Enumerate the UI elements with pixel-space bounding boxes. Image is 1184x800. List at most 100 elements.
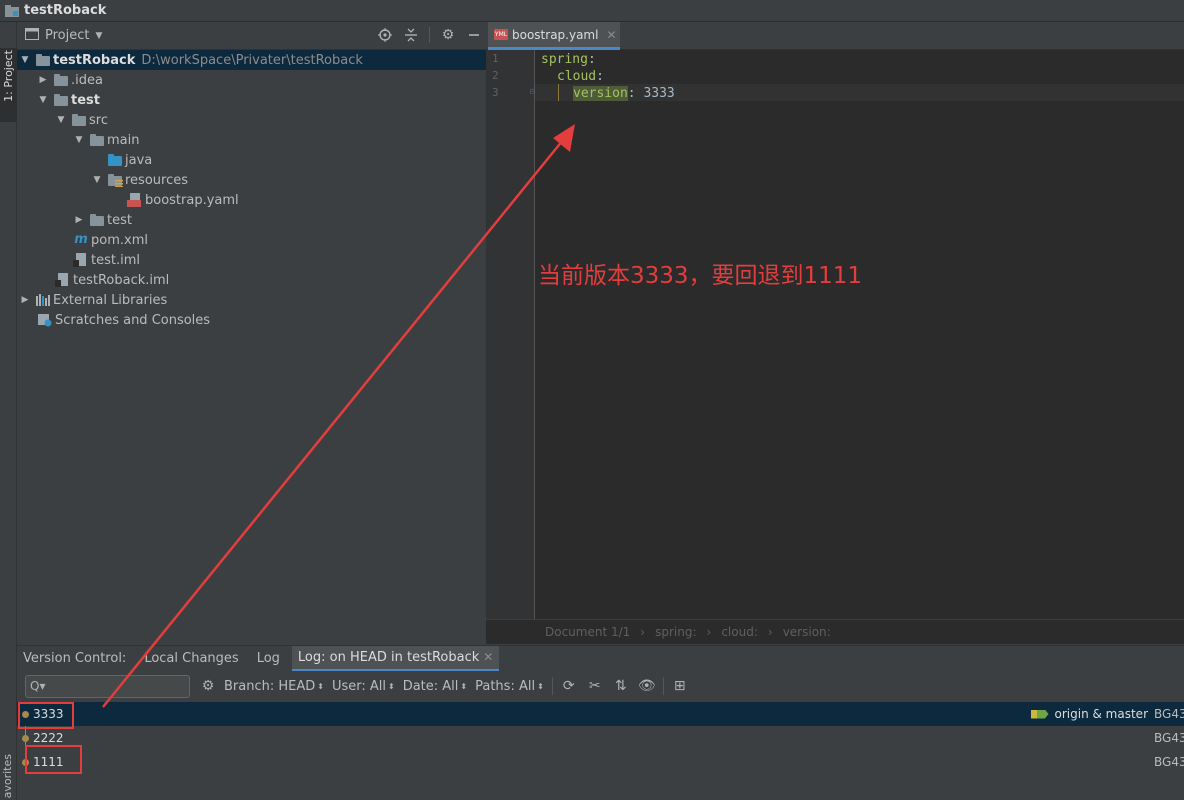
- tab-log-head[interactable]: Log: on HEAD in testRoback ✕: [291, 645, 500, 672]
- chevron-right-icon: ›: [767, 625, 773, 639]
- toolbar-separator: [662, 677, 664, 695]
- iml-file-icon: [73, 253, 89, 267]
- tree-item-test-folder[interactable]: ▶ test: [17, 210, 486, 230]
- code-line: version: 3333: [573, 86, 675, 101]
- close-icon[interactable]: ✕: [606, 28, 616, 42]
- title-bar: testRoback: [0, 0, 1184, 22]
- tab-log[interactable]: Log: [257, 651, 280, 666]
- version-control-title: Version Control:: [23, 651, 127, 666]
- editor-breadcrumb: Document 1/1 › spring: › cloud: › versio…: [486, 619, 1184, 644]
- scratches-icon: [37, 313, 53, 327]
- toolbar-separator: [551, 677, 553, 695]
- window-title: testRoback: [24, 3, 107, 18]
- chevron-right-icon: ›: [640, 625, 646, 639]
- sort-icon[interactable]: ⇅: [613, 677, 629, 695]
- chevron-right-icon: ›: [706, 625, 712, 639]
- locate-icon[interactable]: [377, 26, 393, 44]
- cherry-pick-icon[interactable]: ✂: [587, 677, 603, 695]
- up-down-icon: ⬍: [460, 681, 468, 691]
- paths-filter[interactable]: Paths: All ⬍: [475, 679, 544, 694]
- line-number: 3: [492, 86, 499, 99]
- commit-row[interactable]: 1111 BG43: [17, 750, 1184, 774]
- tree-item-java[interactable]: java: [17, 150, 486, 170]
- commit-row[interactable]: 2222 BG43: [17, 726, 1184, 750]
- log-search-input[interactable]: Q▾: [25, 674, 190, 698]
- tree-item-src[interactable]: ▼ src: [17, 110, 486, 130]
- indent-guide: [558, 84, 559, 101]
- expanded-arrow-icon[interactable]: ▼: [19, 54, 31, 66]
- editor-tab-bar: YML boostrap.yaml ✕: [486, 22, 1184, 50]
- source-folder-icon: [107, 153, 123, 167]
- gear-icon[interactable]: ⚙: [440, 26, 456, 44]
- tree-item-test-module[interactable]: ▼ test: [17, 90, 486, 110]
- code-editor[interactable]: 1 2 3 ⊟ spring: cloud: version: 3333: [486, 50, 1184, 619]
- tree-item-scratches[interactable]: Scratches and Consoles: [17, 310, 486, 330]
- refresh-icon[interactable]: ⟳: [561, 677, 577, 695]
- favorites-tool-tab[interactable]: avorites: [1, 754, 14, 798]
- gear-icon[interactable]: ⚙: [200, 677, 216, 695]
- user-filter[interactable]: User: All ⬍: [332, 679, 395, 694]
- branch-filter[interactable]: Branch: HEAD ⬍: [224, 679, 324, 694]
- tree-item-boostrap-yaml[interactable]: boostrap.yaml: [17, 190, 486, 210]
- collapsed-arrow-icon[interactable]: ▶: [73, 214, 85, 226]
- tag-icon: [1031, 709, 1051, 720]
- module-folder-icon: [35, 53, 51, 67]
- collapsed-arrow-icon[interactable]: ▶: [37, 74, 49, 86]
- close-icon[interactable]: ✕: [483, 650, 493, 664]
- collapse-all-icon[interactable]: [403, 26, 419, 44]
- project-panel-header: Project ▼ ⚙: [17, 22, 486, 50]
- editor-gutter: 1 2 3 ⊟: [486, 50, 535, 619]
- up-down-icon: ⬍: [537, 681, 544, 691]
- tree-item-testroback[interactable]: ▼ testRoback D:\workSpace\Privater\testR…: [17, 50, 486, 70]
- expanded-arrow-icon[interactable]: ▼: [73, 134, 85, 146]
- tree-item-main[interactable]: ▼ main: [17, 130, 486, 150]
- eye-icon[interactable]: 👁: [638, 677, 656, 695]
- search-icon: Q▾: [30, 679, 46, 693]
- yaml-file-icon: [127, 193, 143, 207]
- libraries-icon: [35, 293, 51, 307]
- tree-item-pom-xml[interactable]: m pom.xml: [17, 230, 486, 250]
- commit-list: 3333 origin & master BG43 2222 BG43 1111…: [17, 701, 1184, 800]
- expanded-arrow-icon[interactable]: ▼: [37, 94, 49, 106]
- tree-item-test-iml[interactable]: test.iml: [17, 250, 486, 270]
- date-filter[interactable]: Date: All ⬍: [403, 679, 467, 694]
- up-down-icon: ⬍: [388, 681, 395, 691]
- commit-row[interactable]: 3333 origin & master BG43: [17, 702, 1184, 726]
- version-control-header: Version Control: Local Changes Log Log: …: [17, 645, 1184, 672]
- folder-icon: [53, 73, 69, 87]
- tree-item-external-libraries[interactable]: ▶ External Libraries: [17, 290, 486, 310]
- branch-labels: origin & master: [1031, 707, 1148, 721]
- resources-folder-icon: [107, 173, 123, 187]
- folder-icon: [89, 213, 105, 227]
- expanded-arrow-icon[interactable]: ▼: [55, 114, 67, 126]
- code-line: spring:: [541, 52, 596, 67]
- project-view-selector[interactable]: Project ▼: [25, 27, 103, 44]
- tab-local-changes[interactable]: Local Changes: [144, 651, 238, 666]
- up-down-icon: ⬍: [317, 681, 324, 691]
- folder-icon: [71, 113, 87, 127]
- collapsed-arrow-icon[interactable]: ▶: [19, 294, 31, 306]
- chevron-down-icon: ▼: [95, 30, 103, 41]
- tree-item-idea[interactable]: ▶ .idea: [17, 70, 486, 90]
- tree-item-testroback-iml[interactable]: testRoback.iml: [17, 270, 486, 290]
- project-tool-tab[interactable]: 1: Project: [0, 48, 17, 122]
- annotation-box-1111: [25, 745, 82, 774]
- annotation-box-3333: [18, 702, 74, 729]
- line-number: 2: [492, 69, 499, 82]
- commit-node-icon: [22, 734, 29, 742]
- project-tree: ▼ testRoback D:\workSpace\Privater\testR…: [17, 50, 486, 644]
- code-line: cloud:: [557, 69, 604, 84]
- version-control-toolbar: Q▾ ⚙ Branch: HEAD ⬍ User: All ⬍ Date: All ⬍…: [17, 671, 1184, 701]
- new-tab-icon[interactable]: ⊞: [672, 677, 688, 695]
- project-icon: [4, 4, 20, 18]
- yaml-file-icon: YML: [494, 29, 508, 40]
- folder-icon: [89, 133, 105, 147]
- maven-icon: m: [74, 232, 88, 247]
- project-view-icon: [25, 27, 39, 44]
- tab-boostrap-yaml[interactable]: YML boostrap.yaml ✕: [488, 22, 620, 50]
- line-number: 1: [492, 52, 499, 65]
- minimize-icon[interactable]: [466, 26, 482, 44]
- expanded-arrow-icon[interactable]: ▼: [91, 174, 103, 186]
- tree-item-resources[interactable]: ▼ resources: [17, 170, 486, 190]
- module-folder-icon: [53, 93, 69, 107]
